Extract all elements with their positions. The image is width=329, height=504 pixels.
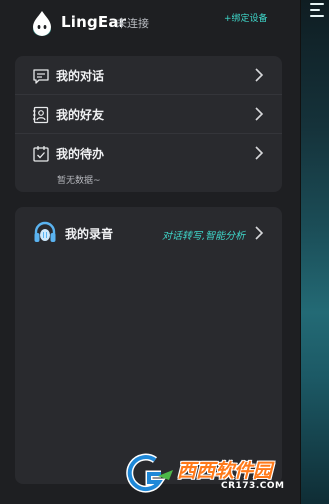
chevron-right-icon (255, 146, 264, 160)
watermark-logo-icon (126, 453, 173, 493)
menu-item-conversations[interactable]: 我的对话 (15, 56, 282, 94)
headphones-icon (34, 221, 56, 242)
menu-item-friends[interactable]: 我的好友 (15, 95, 282, 133)
bind-device-button[interactable]: +绑定设备 (224, 11, 268, 24)
drawer-header: LingEar 未连接 +绑定设备 (0, 0, 300, 48)
app-screen: LingEar 未连接 +绑定设备 我的对话 我的好友 我的待办 暂无数据~ 我… (0, 0, 329, 504)
chevron-right-icon (255, 226, 264, 240)
site-watermark: 西西软件园 CR173.COM (125, 452, 315, 496)
drawer-divider (300, 0, 301, 504)
menu-icon[interactable] (310, 3, 324, 21)
app-logo-icon (33, 11, 51, 36)
chevron-right-icon (255, 107, 264, 121)
recordings-row[interactable]: 我的录音 对话转写,智能分析 (15, 207, 282, 255)
todo-icon (33, 146, 49, 162)
chat-icon (33, 69, 49, 84)
watermark-url: CR173.COM (221, 481, 285, 491)
contact-icon (33, 106, 49, 124)
menu-item-todos[interactable]: 我的待办 (15, 134, 282, 172)
todo-empty-hint: 暂无数据~ (57, 176, 101, 186)
main-content-peek[interactable] (300, 0, 329, 504)
menu-item-label: 我的待办 (56, 147, 105, 161)
menu-item-label: 我的好友 (56, 108, 105, 122)
recordings-title: 我的录音 (65, 227, 114, 241)
menu-card: 我的对话 我的好友 我的待办 暂无数据~ (15, 56, 282, 192)
side-drawer: LingEar 未连接 +绑定设备 我的对话 我的好友 我的待办 暂无数据~ 我… (0, 0, 300, 504)
recordings-subtitle: 对话转写,智能分析 (162, 231, 246, 242)
menu-item-label: 我的对话 (56, 69, 105, 83)
recordings-card: 我的录音 对话转写,智能分析 (15, 207, 282, 484)
chevron-right-icon (255, 68, 264, 82)
connection-status: 未连接 (116, 17, 149, 30)
watermark-name: 西西软件园 (177, 460, 273, 482)
